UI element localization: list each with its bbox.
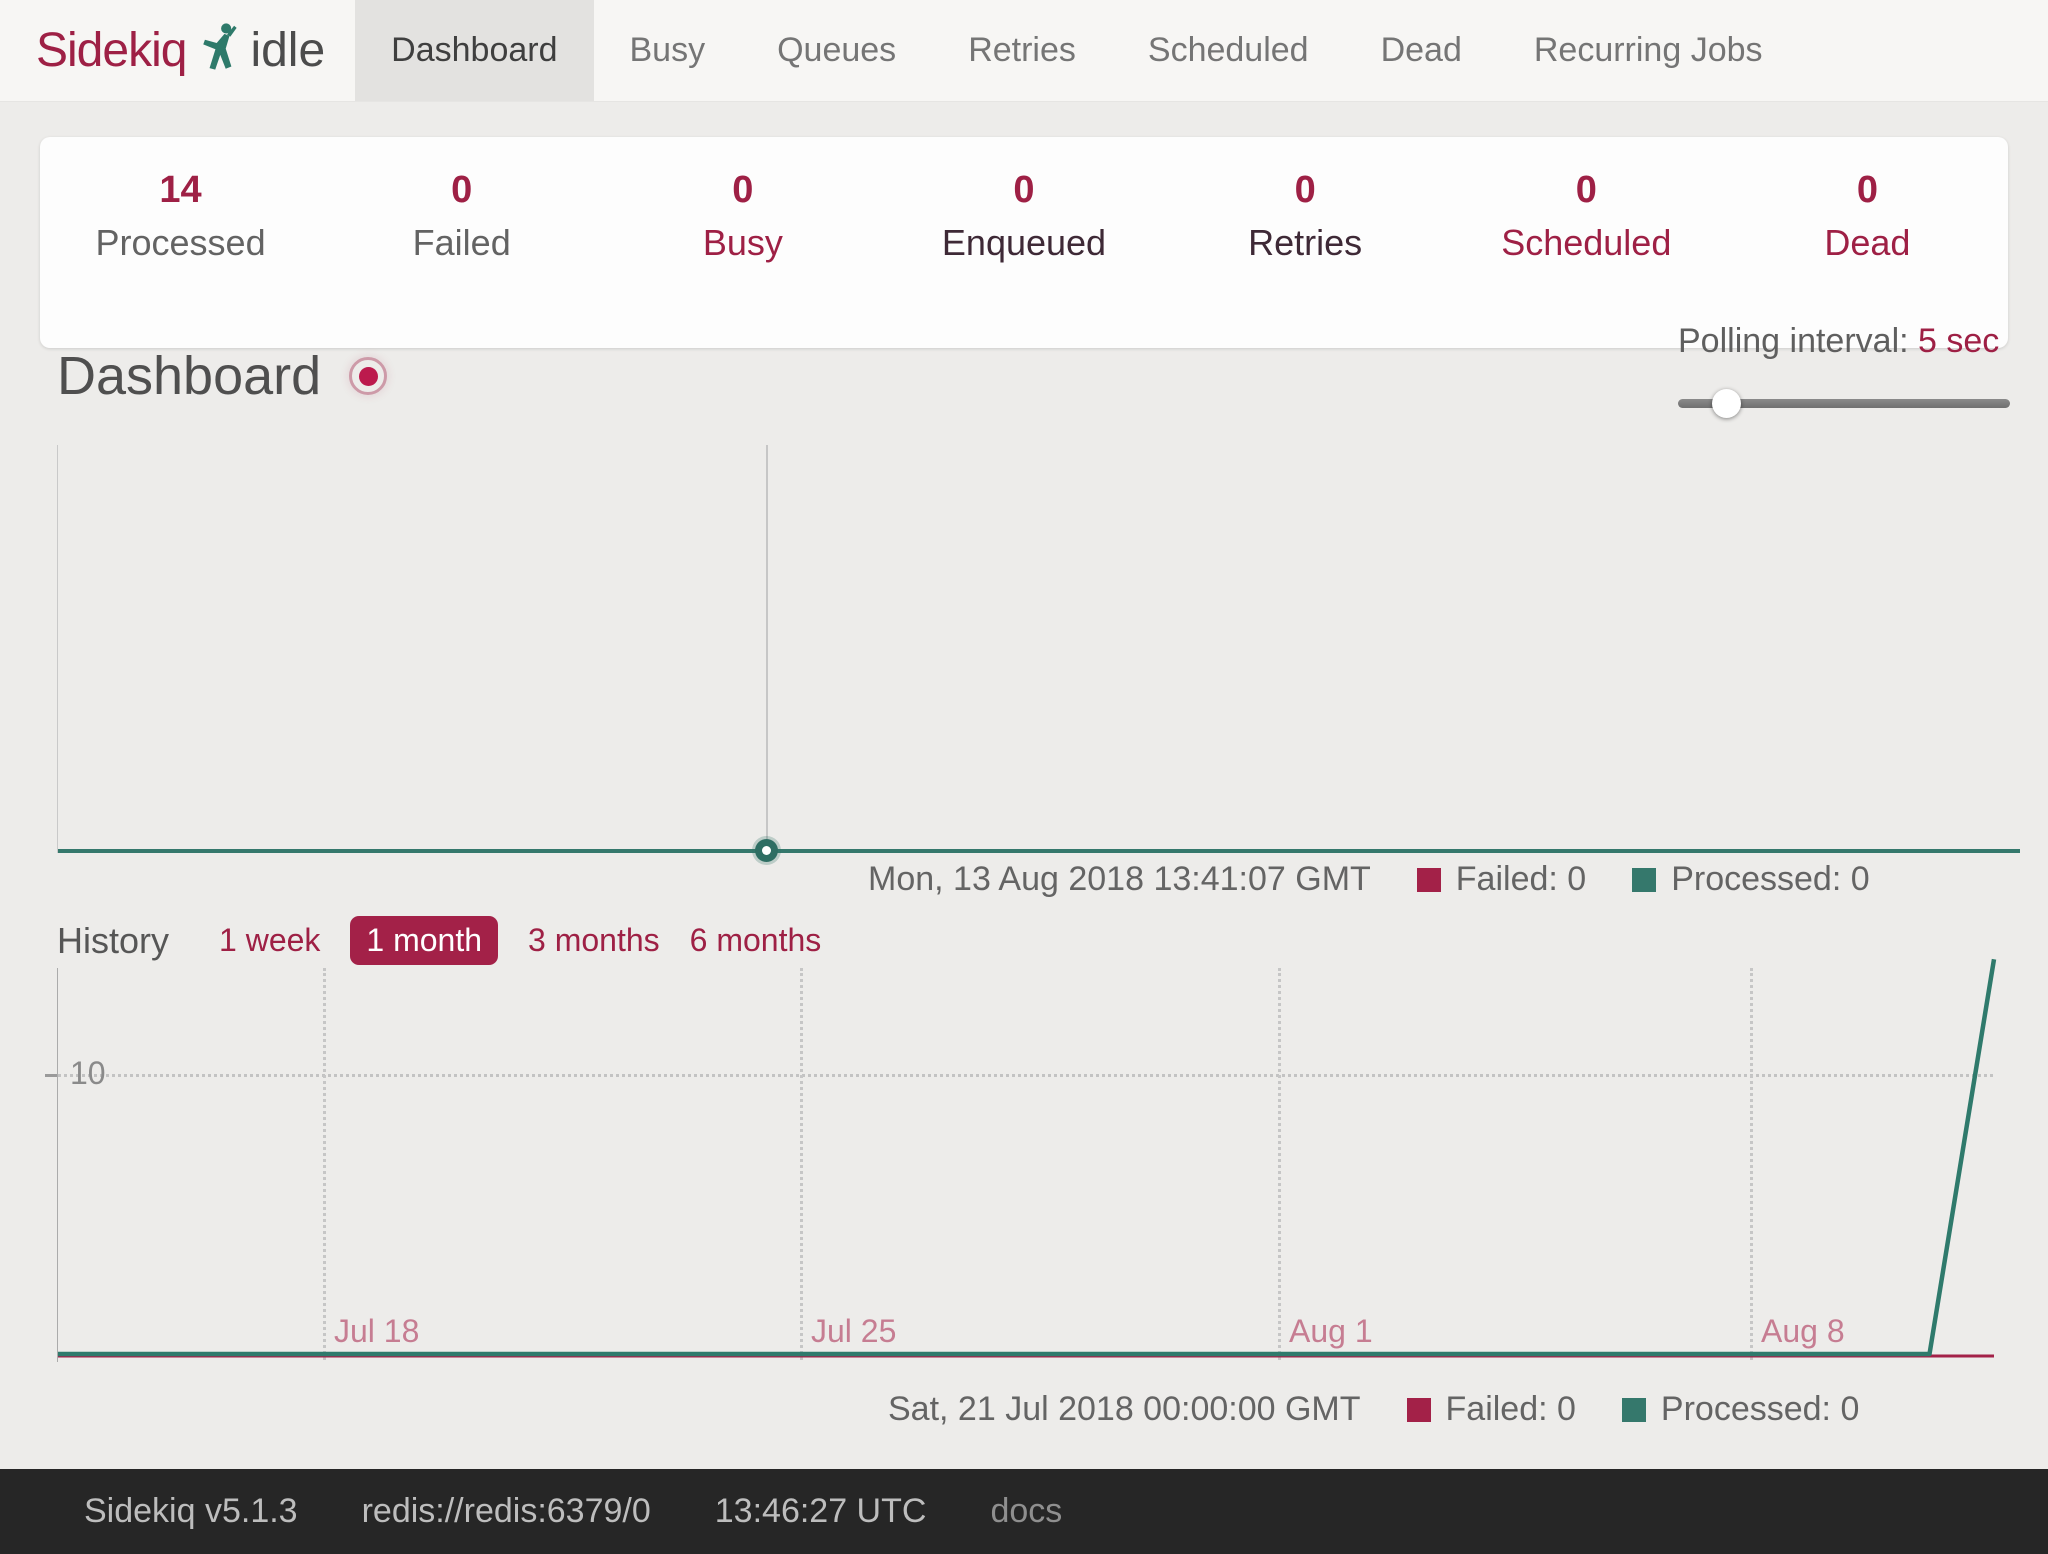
x-tick-jul-25: Jul 25 [811,1313,896,1350]
range-1-month[interactable]: 1 month [350,916,498,965]
stat-failed-value: 0 [321,169,602,212]
stat-processed: 14 Processed [40,169,321,348]
stat-dead-link[interactable]: Dead [1727,222,2008,264]
brand-name[interactable]: Sidekiq [36,23,186,78]
history-series-svg [58,968,1994,1362]
history-legend: Sat, 21 Jul 2018 00:00:00 GMT Failed: 0 … [888,1390,1859,1429]
live-beacon-icon [349,357,387,395]
tab-busy[interactable]: Busy [594,0,742,101]
gymnast-icon [198,22,240,74]
stat-busy: 0 Busy [602,169,883,348]
failed-swatch-icon [1407,1398,1431,1422]
failed-swatch-icon [1417,868,1441,892]
footer-time: 13:46:27 UTC [715,1492,927,1531]
footer-version: Sidekiq v5.1.3 [84,1492,298,1531]
tab-retries[interactable]: Retries [932,0,1112,101]
history-title: History [57,920,169,962]
realtime-legend-time: Mon, 13 Aug 2018 13:41:07 GMT [868,860,1371,899]
range-3-months[interactable]: 3 months [528,922,660,959]
realtime-chart[interactable] [57,445,2020,853]
stats-summary-card: 14 Processed 0 Failed 0 Busy 0 Enqueued … [40,137,2008,348]
footer-redis-url: redis://redis:6379/0 [362,1492,651,1531]
history-legend-failed: Failed: 0 [1407,1390,1576,1429]
stat-failed: 0 Failed [321,169,602,348]
history-legend-processed: Processed: 0 [1622,1390,1859,1429]
footer: Sidekiq v5.1.3 redis://redis:6379/0 13:4… [0,1469,2048,1554]
range-1-week[interactable]: 1 week [219,922,320,959]
y-axis-tick [45,1074,57,1077]
polling-interval-link[interactable]: 5 sec [1918,322,1999,360]
footer-docs-link[interactable]: docs [990,1492,1062,1531]
navbar: Sidekiq idle Dashboard Busy Queues Retri… [0,0,2048,102]
history-header: History 1 week 1 month 3 months 6 months [57,916,851,965]
x-tick-jul-18: Jul 18 [334,1313,419,1350]
stat-busy-link[interactable]: Busy [602,222,883,264]
x-tick-aug-8: Aug 8 [1761,1313,1845,1350]
stat-retries-value: 0 [1165,169,1446,212]
realtime-legend: Mon, 13 Aug 2018 13:41:07 GMT Failed: 0 … [868,860,1870,899]
tab-dashboard[interactable]: Dashboard [355,0,593,101]
polling-slider[interactable] [1678,389,2020,417]
nav-tabs: Dashboard Busy Queues Retries Scheduled … [355,0,1798,101]
realtime-legend-processed: Processed: 0 [1632,860,1869,899]
stat-retries-link[interactable]: Retries [1165,222,1446,264]
page-title: Dashboard [57,345,321,407]
stat-processed-label: Processed [40,222,321,264]
processed-swatch-icon [1622,1398,1646,1422]
brand[interactable]: Sidekiq idle [0,0,325,101]
x-tick-aug-1: Aug 1 [1289,1313,1373,1350]
page-head: Dashboard [57,345,387,407]
history-chart[interactable]: 10 Jul 18 Jul 25 Aug 1 Aug 8 [57,968,1993,1362]
slider-thumb[interactable] [1712,389,1741,418]
polling-control: Polling interval: 5 sec [1678,322,2020,417]
tab-dead[interactable]: Dead [1345,0,1498,101]
polling-label-line: Polling interval: 5 sec [1678,322,2020,361]
tab-scheduled[interactable]: Scheduled [1112,0,1345,101]
range-6-months[interactable]: 6 months [690,922,822,959]
processed-swatch-icon [1632,868,1656,892]
realtime-hover-marker [755,839,778,862]
realtime-hover-cursor [766,445,768,850]
stat-dead-value: 0 [1727,169,2008,212]
stat-enqueued-link[interactable]: Enqueued [883,222,1164,264]
y-tick-label: 10 [70,1055,106,1092]
stat-busy-value: 0 [602,169,883,212]
stat-enqueued: 0 Enqueued [883,169,1164,348]
stat-processed-value: 14 [40,169,321,212]
status-text: idle [250,23,325,78]
tab-queues[interactable]: Queues [741,0,932,101]
realtime-processed-line [58,849,2020,853]
stat-scheduled-link[interactable]: Scheduled [1446,222,1727,264]
stat-retries: 0 Retries [1165,169,1446,348]
tab-recurring-jobs[interactable]: Recurring Jobs [1498,0,1799,101]
history-legend-time: Sat, 21 Jul 2018 00:00:00 GMT [888,1390,1361,1429]
polling-label: Polling interval: [1678,322,1909,360]
realtime-legend-failed: Failed: 0 [1417,860,1586,899]
stat-scheduled-value: 0 [1446,169,1727,212]
stat-failed-label: Failed [321,222,602,264]
stat-enqueued-value: 0 [883,169,1164,212]
live-beacon-dot [359,367,378,386]
